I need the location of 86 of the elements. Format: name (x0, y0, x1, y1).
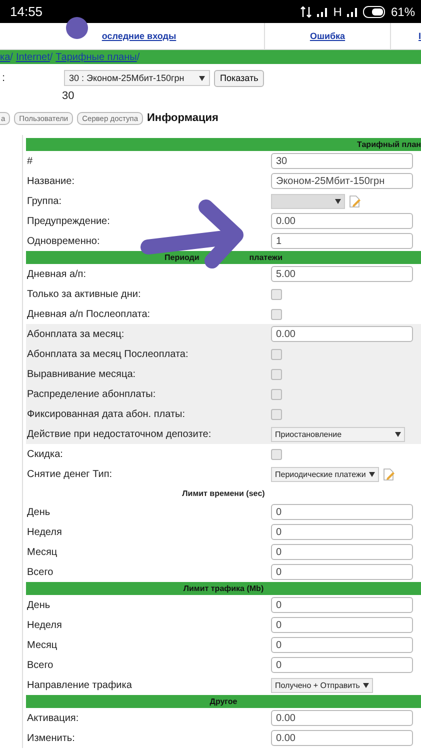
input-field[interactable]: 0 (271, 657, 413, 673)
nav-link[interactable]: оследние входы (102, 31, 176, 41)
section-title: Периоди (164, 253, 200, 262)
battery-icon (362, 6, 387, 18)
input-field[interactable]: 30 (271, 153, 413, 169)
field-label: Выравнивание месяца: (26, 368, 137, 380)
edit-icon[interactable] (382, 468, 395, 480)
field-label: Название: (26, 176, 76, 186)
field-label: Неделя (26, 620, 63, 630)
caret-icon (368, 472, 375, 476)
input-field[interactable]: 5.00 (271, 266, 413, 282)
input-field[interactable]: 0.00 (271, 213, 413, 229)
caret-icon (362, 682, 369, 688)
caret-icon (335, 198, 341, 204)
input-field[interactable]: 0 (271, 637, 413, 653)
field-label: Распределение абонплаты: (26, 388, 157, 400)
dropdown[interactable] (271, 194, 345, 208)
network-type: H (333, 4, 342, 18)
section-title: Тарифный план (357, 140, 421, 149)
signal-icon (346, 6, 359, 18)
nav-link[interactable]: Ошибка (310, 31, 346, 41)
input-field[interactable]: 0 (271, 524, 413, 540)
field-label: Месяц (26, 546, 58, 558)
field-label: Только за активные дни: (26, 288, 142, 300)
signal-icon (316, 6, 330, 18)
input-field[interactable]: 0 (271, 504, 413, 520)
checkbox[interactable] (271, 308, 282, 320)
field-label: # (26, 156, 34, 166)
section-title: платежи (249, 253, 282, 262)
caret-icon (395, 432, 401, 436)
edit-icon[interactable] (349, 194, 361, 208)
field-label: Действие при недостаточном депозите: (26, 428, 212, 440)
field-label: День (26, 600, 52, 610)
input-field[interactable]: 0.00 (271, 710, 413, 726)
touch-dot-icon (66, 17, 88, 39)
field-label: Фиксированная дата абон. платы: (26, 408, 186, 420)
show-button[interactable]: Показать (214, 70, 264, 86)
field-label: Абонплата за месяц Послеоплата: (26, 348, 190, 360)
clock-time: 14:55 (10, 4, 43, 19)
input-field[interactable]: 1 (271, 233, 413, 249)
tab[interactable]: Информация (147, 112, 218, 124)
section-title: Лимит времени (sec) (182, 488, 265, 498)
field-label: Абонплата за месяц: (26, 328, 126, 340)
input-field[interactable]: 0 (271, 597, 413, 613)
breadcrumb-separator: / (136, 52, 140, 62)
field-label: Изменить: (26, 732, 76, 744)
field-label: Скидка: (26, 448, 64, 460)
checkbox[interactable] (271, 448, 282, 460)
checkbox[interactable] (271, 368, 282, 380)
section-title: Лимит трафика (Mb) (183, 584, 264, 593)
data-arrows-icon (300, 6, 312, 18)
field-label: Направление трафика (26, 680, 133, 690)
breadcrumb-separator: / (10, 52, 13, 62)
dropdown[interactable]: Получено + Отправить (271, 678, 373, 692)
checkbox[interactable] (271, 348, 282, 360)
checkbox[interactable] (271, 388, 282, 400)
input-field[interactable]: 0.00 (271, 730, 413, 746)
input-field[interactable]: 0.00 (271, 326, 413, 342)
field-label: Месяц (26, 640, 58, 650)
checkbox[interactable] (271, 408, 282, 420)
field-label: Предупреждение: (26, 216, 111, 226)
plan-id: 30 (61, 90, 76, 104)
battery-percent: 61% (390, 4, 415, 18)
field-label: Группа: (26, 196, 62, 206)
caret-icon (199, 76, 205, 80)
field-label: Активация: (26, 712, 80, 724)
section-title: Другое (210, 697, 238, 706)
input-field[interactable]: 0 (271, 617, 413, 633)
nav-link[interactable]: I (418, 31, 421, 41)
input-field[interactable]: 0 (271, 564, 413, 580)
plan-label: : (1, 72, 6, 84)
field-label: День (26, 506, 52, 518)
field-label: Неделя (26, 526, 63, 538)
input-field[interactable]: 0 (271, 544, 413, 560)
dropdown[interactable]: Периодические платежи (271, 466, 379, 482)
plan-select[interactable]: 30 : Эконом-25Мбит-150грн (64, 70, 210, 86)
dropdown[interactable]: Приостановление (271, 426, 405, 442)
field-label: Снятие денег Тип: (26, 468, 114, 480)
breadcrumb-separator: / (50, 52, 53, 62)
checkbox[interactable] (271, 288, 282, 300)
field-label: Дневная а/п Послеоплата: (26, 308, 152, 320)
field-label: Всего (26, 566, 54, 578)
field-label: Всего (26, 660, 54, 670)
input-field[interactable]: Эконом-25Мбит-150грн (271, 173, 413, 189)
field-label: Дневная а/п: (26, 268, 87, 280)
field-label: Одновременно: (26, 236, 101, 246)
